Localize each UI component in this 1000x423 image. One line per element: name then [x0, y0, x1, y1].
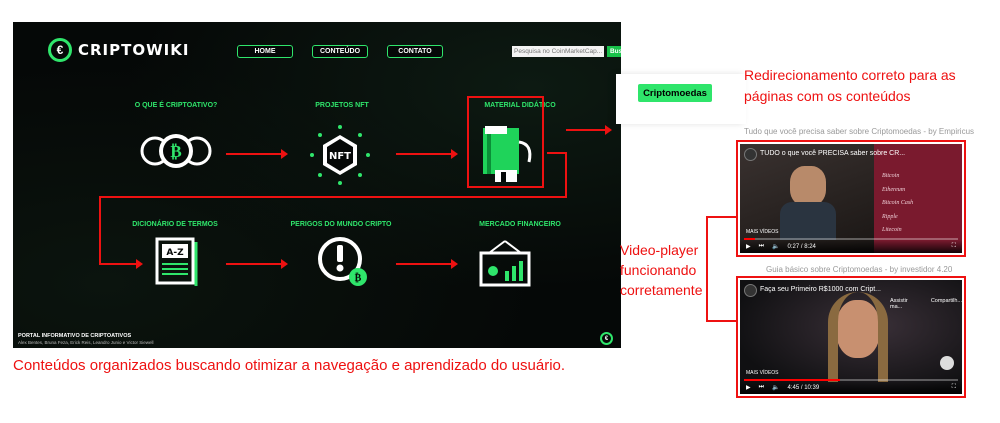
redirect-note: Redirecionamento correto para as páginas…: [744, 65, 956, 107]
flow-arrow: [396, 149, 458, 159]
next-icon[interactable]: ⏭: [759, 243, 764, 250]
side-item: Bitcoin: [882, 173, 900, 179]
main-caption: Conteúdos organizados buscando otimizar …: [13, 357, 566, 374]
player-note-line: funcionando: [620, 262, 697, 278]
player-note-line: Video-player: [620, 242, 699, 258]
video-time: 4:45 / 10:39: [787, 384, 820, 391]
warning-bitcoin-icon[interactable]: ₿: [316, 235, 370, 289]
flow-connector: [547, 152, 566, 154]
note-bracket: [706, 216, 708, 321]
nav-conteudo-button[interactable]: CONTEÚDO: [312, 45, 368, 58]
presenter-face: [790, 166, 826, 206]
video-side-list: Bitcoin Ethereum Bitcoin Cash Ripple Lit…: [882, 170, 913, 238]
footer-logo-icon[interactable]: €: [600, 332, 613, 345]
video-caption: Guia básico sobre Criptomoedas - by inve…: [766, 265, 953, 274]
video-controls: ▶ ⏭ 🔈 0:27 / 8:24 ⛶: [740, 240, 962, 253]
watch-later-button[interactable]: Assistir ma...: [890, 298, 921, 310]
video-player[interactable]: Faça seu Primeiro R$1000 com Cript... As…: [740, 280, 962, 394]
flow-arrow: [226, 149, 288, 159]
flow-arrow: [99, 259, 143, 269]
search-button[interactable]: Buscar: [607, 46, 621, 57]
nav-contato-button[interactable]: CONTATO: [387, 45, 443, 58]
flow-connector: [565, 152, 567, 196]
svg-text:NFT: NFT: [329, 151, 351, 162]
topic-title[interactable]: PERIGOS DO MUNDO CRIPTO: [276, 221, 406, 228]
topic-title[interactable]: DICIONÁRIO DE TERMOS: [110, 221, 240, 228]
chart-board-icon[interactable]: [477, 239, 533, 291]
video-actions: Assistir ma... Compartilh...: [890, 298, 962, 310]
dictionary-icon[interactable]: A-Z: [153, 236, 201, 288]
presenter-hair: [828, 292, 888, 382]
video-caption: Tudo que você precisa saber sobre Cripto…: [744, 127, 975, 136]
fullscreen-icon[interactable]: ⛶: [952, 243, 956, 250]
footer-title: PORTAL INFORMATIVO DE CRIPTOATIVOS: [18, 333, 132, 339]
player-note-line: corretamente: [620, 282, 703, 298]
channel-avatar[interactable]: [744, 284, 757, 297]
svg-text:₿: ₿: [170, 142, 181, 162]
nav-home-button[interactable]: HOME: [237, 45, 293, 58]
highlight-box: [467, 96, 544, 188]
logo-icon: €: [48, 38, 72, 62]
search-input[interactable]: [512, 46, 604, 57]
flow-arrow: [396, 259, 458, 269]
bitcoin-coins-icon[interactable]: ₿: [138, 132, 214, 170]
side-item: Litecoin: [882, 227, 902, 233]
logo[interactable]: € CRIPTOWIKI: [48, 38, 189, 62]
topic-title[interactable]: MERCADO FINANCEIRO: [455, 221, 585, 228]
watermark-icon: [940, 356, 954, 370]
redirect-note-line: Redirecionamento correto para as: [744, 67, 956, 83]
video-title[interactable]: Faça seu Primeiro R$1000 com Cript...: [760, 286, 881, 293]
presenter-body: [780, 202, 836, 240]
topic-title[interactable]: O QUE É CRIPTOATIVO?: [111, 102, 241, 109]
channel-avatar[interactable]: [744, 148, 757, 161]
next-icon[interactable]: ⏭: [759, 384, 764, 391]
brand-name: CRIPTOWIKI: [78, 41, 190, 59]
volume-icon[interactable]: 🔈: [772, 384, 779, 391]
fullscreen-icon[interactable]: ⛶: [952, 384, 956, 391]
redirect-note-line: páginas com os conteúdos: [744, 88, 911, 104]
video-player[interactable]: Bitcoin Ethereum Bitcoin Cash Ripple Lit…: [740, 144, 962, 253]
topic-title[interactable]: PROJETOS NFT: [277, 102, 407, 109]
nft-icon[interactable]: NFT: [309, 124, 371, 186]
video-time: 0:27 / 8:24: [787, 243, 816, 250]
svg-text:A-Z: A-Z: [166, 248, 184, 258]
more-videos-label[interactable]: MAIS VÍDEOS: [746, 370, 779, 376]
flow-arrow: [226, 259, 288, 269]
play-icon[interactable]: ▶: [746, 243, 751, 250]
footer-authors: Alex Bentes, Bruna Feza, Erick Reis, Lea…: [18, 340, 154, 345]
svg-text:₿: ₿: [355, 272, 362, 284]
side-item: Ripple: [882, 213, 898, 220]
note-bracket: [706, 216, 736, 218]
side-item: Bitcoin Cash: [882, 200, 914, 206]
volume-icon[interactable]: 🔈: [772, 243, 779, 250]
video-title[interactable]: TUDO o que você PRECISA saber sobre CR..…: [760, 150, 905, 157]
flow-connector: [99, 196, 101, 264]
side-item: Ethereum: [882, 186, 906, 193]
note-bracket: [706, 320, 736, 322]
criptowiki-screenshot: € CRIPTOWIKI HOME CONTEÚDO CONTATO Busca…: [13, 22, 621, 348]
redirect-arrow: [566, 125, 612, 135]
flow-connector: [99, 196, 567, 198]
player-note: Video-player funcionando corretamente: [620, 240, 702, 300]
category-badge[interactable]: Criptomoedas: [638, 84, 712, 102]
play-icon[interactable]: ▶: [746, 384, 751, 391]
video-controls: ▶ ⏭ 🔈 4:45 / 10:39 ⛶: [740, 381, 962, 394]
share-button[interactable]: Compartilh...: [931, 298, 962, 310]
more-videos-label[interactable]: MAIS VÍDEOS: [746, 229, 779, 235]
